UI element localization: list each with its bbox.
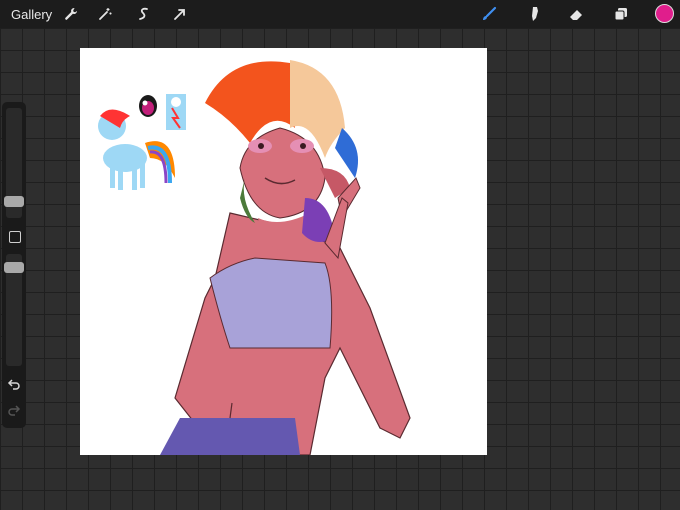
brush-icon[interactable] <box>479 4 499 24</box>
character-drawing <box>160 60 411 455</box>
modify-button[interactable] <box>9 231 21 243</box>
color-swatch-button[interactable] <box>655 4 674 23</box>
magic-wand-icon[interactable] <box>95 4 115 24</box>
top-toolbar: Gallery <box>0 0 680 28</box>
selection-icon[interactable] <box>134 4 154 24</box>
eraser-icon[interactable] <box>566 4 586 24</box>
drawing-canvas[interactable] <box>80 48 487 455</box>
opacity-slider[interactable] <box>4 254 24 366</box>
undo-icon[interactable] <box>7 378 21 392</box>
left-sidebar <box>2 102 26 428</box>
transform-arrow-icon[interactable] <box>170 4 190 24</box>
brush-size-slider[interactable] <box>4 108 24 218</box>
gallery-button[interactable]: Gallery <box>11 7 52 22</box>
smudge-icon[interactable] <box>524 4 544 24</box>
brush-size-thumb[interactable] <box>4 196 24 207</box>
reference-eye-image <box>139 95 157 117</box>
opacity-thumb[interactable] <box>4 262 24 273</box>
reference-cutiemark-image <box>166 94 186 130</box>
layers-icon[interactable] <box>611 4 631 24</box>
artwork <box>98 60 411 455</box>
reference-pony-image <box>98 109 175 190</box>
redo-icon[interactable] <box>7 404 21 418</box>
wrench-icon[interactable] <box>61 4 81 24</box>
